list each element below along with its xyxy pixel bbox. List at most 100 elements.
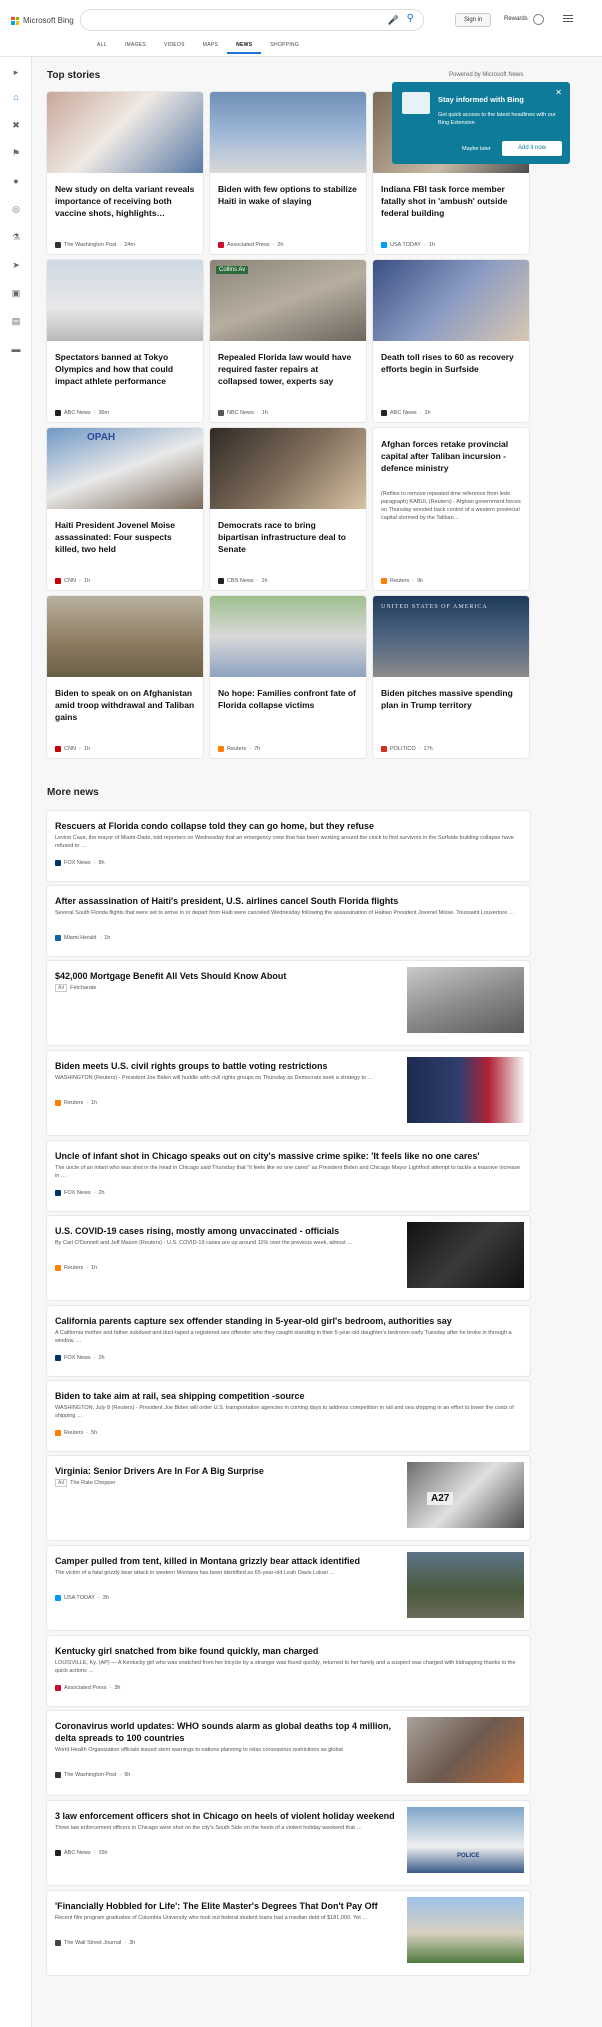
rewards-medal-icon[interactable] [533,14,544,25]
news-title[interactable]: Rescuers at Florida condo collapse told … [55,820,522,832]
maybe-later-button[interactable]: Maybe later [462,146,491,152]
bing-logo[interactable]: Microsoft Bing [11,16,74,25]
news-title[interactable]: After assassination of Haiti's president… [55,895,522,907]
story-image[interactable]: UNITED STATES OF AMERICA [373,596,529,677]
story-title[interactable]: Biden pitches massive spending plan in T… [381,687,521,711]
news-title[interactable]: Virginia: Senior Drivers Are In For A Bi… [55,1465,395,1477]
news-title[interactable]: Camper pulled from tent, killed in Monta… [55,1555,395,1567]
news-title[interactable]: Uncle of infant shot in Chicago speaks o… [55,1150,522,1162]
story-image[interactable] [47,260,203,341]
news-list-item[interactable]: California parents capture sex offender … [47,1306,530,1376]
news-list-item[interactable]: Rescuers at Florida condo collapse told … [47,811,530,881]
separator: · [93,1190,96,1196]
news-title[interactable]: $42,000 Mortgage Benefit All Vets Should… [55,970,395,982]
story-title[interactable]: Biden with few options to stabilize Hait… [218,183,358,207]
scope-tabs: ALL IMAGES VIDEOS MAPS NEWS SHOPPING [88,42,308,54]
news-title[interactable]: Biden to take aim at rail, sea shipping … [55,1390,522,1402]
microphone-icon[interactable]: 🎤 [388,15,399,26]
news-list-item[interactable]: Uncle of infant shot in Chicago speaks o… [47,1141,530,1211]
film-icon[interactable]: ▣ [11,288,21,298]
flag-icon[interactable]: ⚑ [11,148,21,158]
story-title[interactable]: Biden to speak on on Afghanistan amid tr… [55,687,195,723]
story-card[interactable]: Democrats race to bring bipartisan infra… [210,428,366,590]
news-thumbnail[interactable] [407,967,524,1033]
tab-videos[interactable]: VIDEOS [155,42,194,54]
story-image[interactable] [373,260,529,341]
story-card[interactable]: Biden to speak on on Afghanistan amid tr… [47,596,203,758]
separator: · [119,242,122,248]
news-title[interactable]: 'Financially Hobbled for Life': The Elit… [55,1900,395,1912]
story-title[interactable]: Haiti President Jovenel Moise assassinat… [55,519,195,555]
news-title[interactable]: 3 law enforcement officers shot in Chica… [55,1810,395,1822]
story-title[interactable]: Death toll rises to 60 as recovery effor… [381,351,521,375]
story-card[interactable]: UNITED STATES OF AMERICA Biden pitches ma… [373,596,529,758]
story-image[interactable]: Collins Av [210,260,366,341]
location-pin-icon[interactable]: ● [11,176,21,186]
news-list-item[interactable]: Biden to take aim at rail, sea shipping … [47,1381,530,1451]
story-title[interactable]: Afghan forces retake provincial capital … [381,438,521,474]
news-thumbnail[interactable]: POLICE [407,1807,524,1873]
story-card[interactable]: Biden with few options to stabilize Hait… [210,92,366,254]
story-card[interactable]: OPAH Haiti President Jovenel Moise assass… [47,428,203,590]
tab-news[interactable]: NEWS [227,42,262,54]
story-title[interactable]: Indiana FBI task force member fatally sh… [381,183,521,219]
bank-icon[interactable]: ▤ [11,316,21,326]
news-list-item[interactable]: Kentucky girl snatched from bike found q… [47,1636,530,1706]
story-card[interactable]: Death toll rises to 60 as recovery effor… [373,260,529,422]
story-image[interactable] [47,92,203,173]
search-input[interactable]: 🎤 ⚲ [80,9,424,31]
news-title[interactable]: Coronavirus world updates: WHO sounds al… [55,1720,395,1744]
news-list-item[interactable]: U.S. COVID-19 cases rising, mostly among… [47,1216,530,1300]
sign-in-button[interactable]: Sign in [455,13,492,27]
news-thumbnail[interactable] [407,1552,524,1618]
news-thumbnail[interactable] [407,1057,524,1123]
news-thumbnail[interactable] [407,1897,524,1963]
story-title[interactable]: No hope: Families confront fate of Flori… [218,687,358,711]
news-list-item[interactable]: Camper pulled from tent, killed in Monta… [47,1546,530,1630]
story-image[interactable] [210,428,366,509]
news-thumbnail[interactable] [407,1222,524,1288]
add-it-now-button[interactable]: Add it now [502,141,562,156]
close-icon[interactable]: ✕ [555,88,562,97]
tab-all[interactable]: ALL [88,42,116,54]
news-title[interactable]: U.S. COVID-19 cases rising, mostly among… [55,1225,395,1237]
story-image[interactable]: OPAH [47,428,203,509]
story-card[interactable]: New study on delta variant reveals impor… [47,92,203,254]
expand-icon[interactable]: ▸ [11,67,21,77]
ad-list-item[interactable]: Virginia: Senior Drivers Are In For A Bi… [47,1456,530,1540]
rocket-icon[interactable]: ➤ [11,260,21,270]
news-thumbnail[interactable] [407,1717,524,1783]
menu-icon[interactable] [563,15,573,24]
story-title[interactable]: Repealed Florida law would have required… [218,351,358,387]
story-title[interactable]: Spectators banned at Tokyo Olympics and … [55,351,195,387]
tab-images[interactable]: IMAGES [116,42,155,54]
news-list-item[interactable]: After assassination of Haiti's president… [47,886,530,956]
story-image[interactable] [210,92,366,173]
ad-list-item[interactable]: $42,000 Mortgage Benefit All Vets Should… [47,961,530,1045]
search-icon[interactable]: ⚲ [407,13,414,24]
rewards-link[interactable]: Rewards [504,16,528,22]
home-icon[interactable]: ⌂ [11,92,21,102]
news-thumbnail[interactable]: A27 [407,1462,524,1528]
tab-maps[interactable]: MAPS [194,42,227,54]
crossed-tools-icon[interactable]: ✖ [11,120,21,130]
news-list-item[interactable]: Biden meets U.S. civil rights groups to … [47,1051,530,1135]
story-title[interactable]: Democrats race to bring bipartisan infra… [218,519,358,555]
microscope-icon[interactable]: ⚗ [11,232,21,242]
tab-shopping[interactable]: SHOPPING [261,42,308,54]
story-image[interactable] [210,596,366,677]
story-card[interactable]: No hope: Families confront fate of Flori… [210,596,366,758]
news-title[interactable]: Kentucky girl snatched from bike found q… [55,1645,522,1657]
card-icon[interactable]: ▬ [11,344,21,354]
news-list-item[interactable]: 3 law enforcement officers shot in Chica… [47,1801,530,1885]
globe-icon[interactable]: ◎ [11,204,21,214]
news-list-item[interactable]: Coronavirus world updates: WHO sounds al… [47,1711,530,1795]
story-title[interactable]: New study on delta variant reveals impor… [55,183,195,219]
story-image[interactable] [47,596,203,677]
story-card[interactable]: Spectators banned at Tokyo Olympics and … [47,260,203,422]
news-title[interactable]: Biden meets U.S. civil rights groups to … [55,1060,395,1072]
news-title[interactable]: California parents capture sex offender … [55,1315,522,1327]
story-card[interactable]: Collins Av Repealed Florida law would hav… [210,260,366,422]
news-list-item[interactable]: 'Financially Hobbled for Life': The Elit… [47,1891,530,1975]
story-card[interactable]: Afghan forces retake provincial capital … [373,428,529,590]
